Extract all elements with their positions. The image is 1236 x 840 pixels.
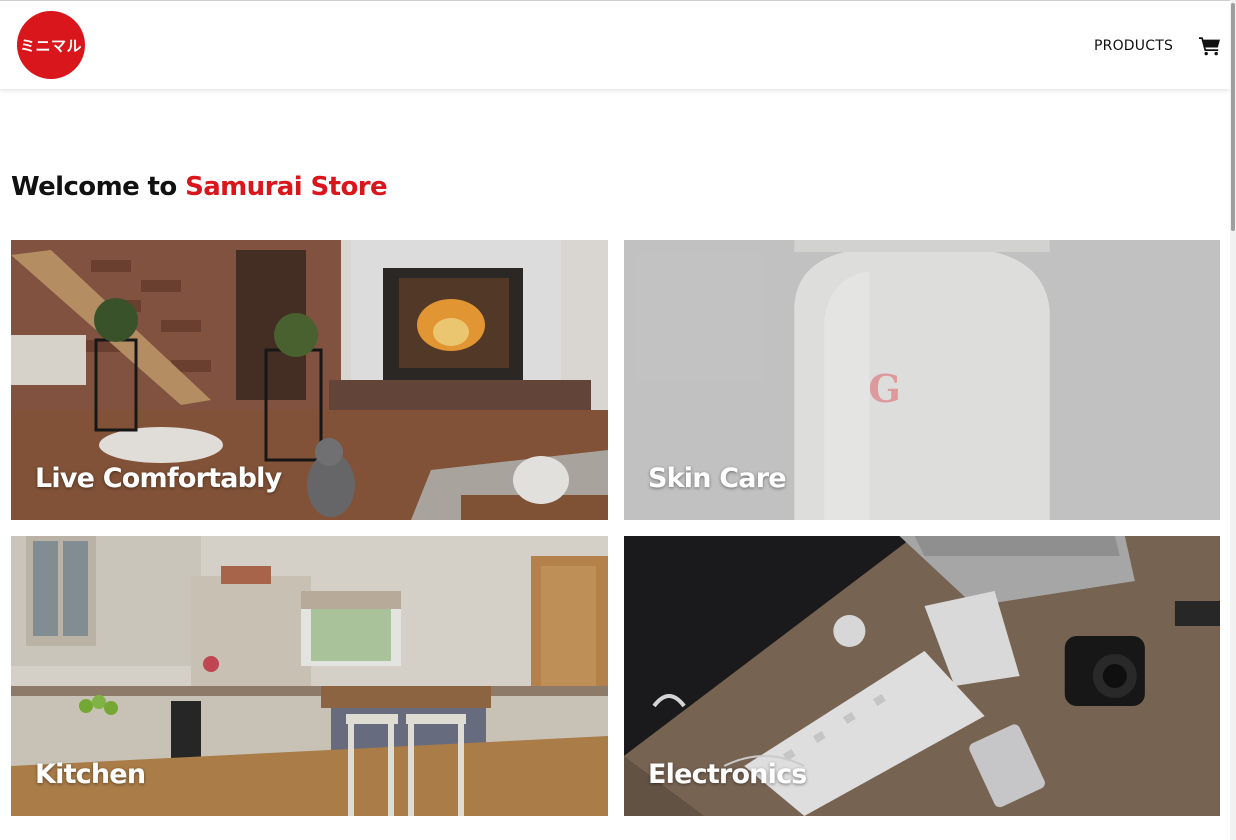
title-brand: Samurai Store bbox=[185, 172, 387, 202]
category-label: Skin Care bbox=[648, 463, 787, 494]
category-label: Electronics bbox=[648, 759, 807, 790]
navbar: ミニマル PRODUCTS bbox=[0, 1, 1230, 89]
page-title: Welcome to Samurai Store bbox=[11, 172, 388, 202]
category-label: Live Comfortably bbox=[35, 463, 282, 494]
page-scrollbar[interactable] bbox=[1230, 0, 1236, 840]
category-tile-live-comfortably[interactable]: Live Comfortably bbox=[11, 240, 608, 520]
scrollbar-thumb[interactable] bbox=[1231, 3, 1235, 231]
category-tile-electronics[interactable]: Electronics bbox=[624, 536, 1220, 816]
title-prefix: Welcome to bbox=[11, 172, 177, 202]
category-tile-skin-care[interactable]: G Skin Care bbox=[624, 240, 1220, 520]
nav-products-link[interactable]: PRODUCTS bbox=[1094, 38, 1173, 54]
category-tile-kitchen[interactable]: Kitchen bbox=[11, 536, 608, 816]
category-label: Kitchen bbox=[35, 759, 146, 790]
store-logo[interactable]: ミニマル bbox=[17, 11, 85, 79]
shopping-cart-icon[interactable] bbox=[1199, 36, 1221, 56]
